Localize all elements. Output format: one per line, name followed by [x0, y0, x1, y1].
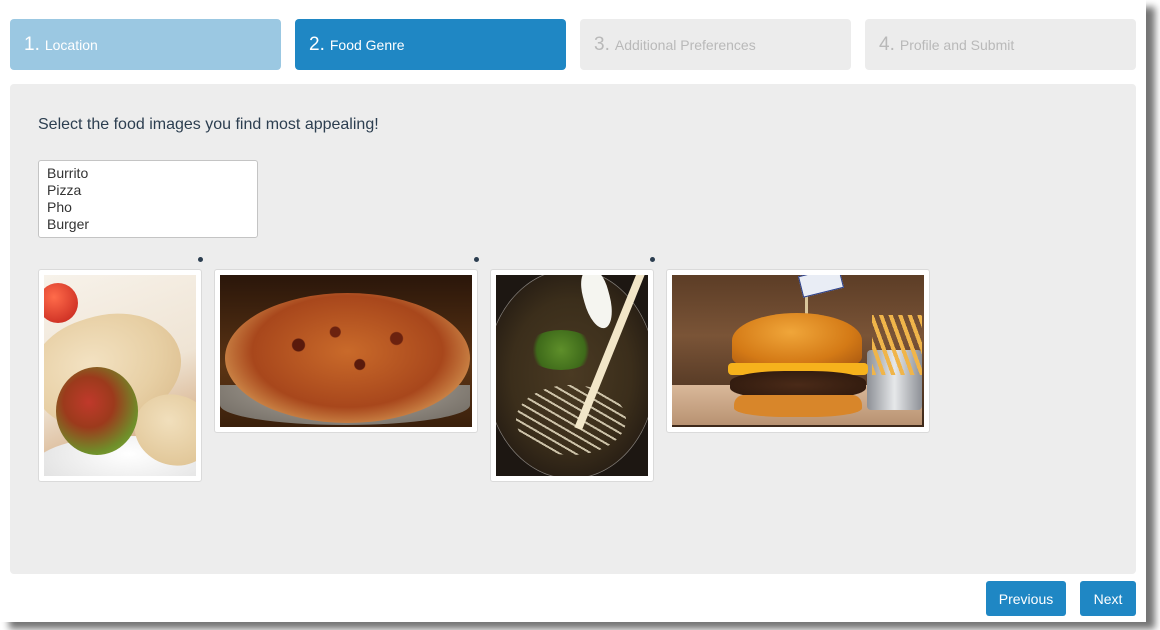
wizard-steps: 1. Location 2. Food Genre 3. Additional … [10, 19, 1136, 70]
step-number: 3. [594, 33, 610, 55]
step-number: 4. [879, 33, 895, 55]
pho-image-card[interactable] [490, 269, 654, 482]
step-profile-and-submit[interactable]: 4. Profile and Submit [865, 19, 1136, 70]
food-genre-panel: Select the food images you find most app… [10, 84, 1136, 574]
step-label: Profile and Submit [899, 36, 1015, 53]
step-location[interactable]: 1. Location [10, 19, 281, 70]
wizard-window: 1. Location 2. Food Genre 3. Additional … [0, 0, 1146, 622]
food-select-listbox[interactable]: Burrito Pizza Pho Burger [38, 160, 258, 238]
burger-image [672, 275, 924, 427]
marker-dot [650, 257, 655, 262]
marker-dot [198, 257, 203, 262]
option-burrito[interactable]: Burrito [47, 165, 249, 182]
burrito-image [44, 275, 196, 476]
step-number: 1. [24, 33, 40, 55]
option-pho[interactable]: Pho [47, 199, 249, 216]
step-number: 2. [309, 33, 325, 55]
step-label: Additional Preferences [614, 36, 756, 53]
burger-image-card[interactable] [666, 269, 930, 433]
next-button[interactable]: Next [1080, 581, 1136, 616]
instruction-text: Select the food images you find most app… [38, 116, 379, 133]
step-food-genre[interactable]: 2. Food Genre [295, 19, 566, 70]
option-pizza[interactable]: Pizza [47, 182, 249, 199]
step-label: Food Genre [329, 36, 405, 53]
pho-image [496, 275, 648, 476]
option-burger[interactable]: Burger [47, 216, 249, 233]
step-label: Location [44, 36, 98, 53]
burrito-image-card[interactable] [38, 269, 202, 482]
pizza-image-card[interactable] [214, 269, 478, 433]
pizza-image [220, 275, 472, 427]
previous-button[interactable]: Previous [986, 581, 1066, 616]
step-additional-preferences[interactable]: 3. Additional Preferences [580, 19, 851, 70]
marker-dot [474, 257, 479, 262]
